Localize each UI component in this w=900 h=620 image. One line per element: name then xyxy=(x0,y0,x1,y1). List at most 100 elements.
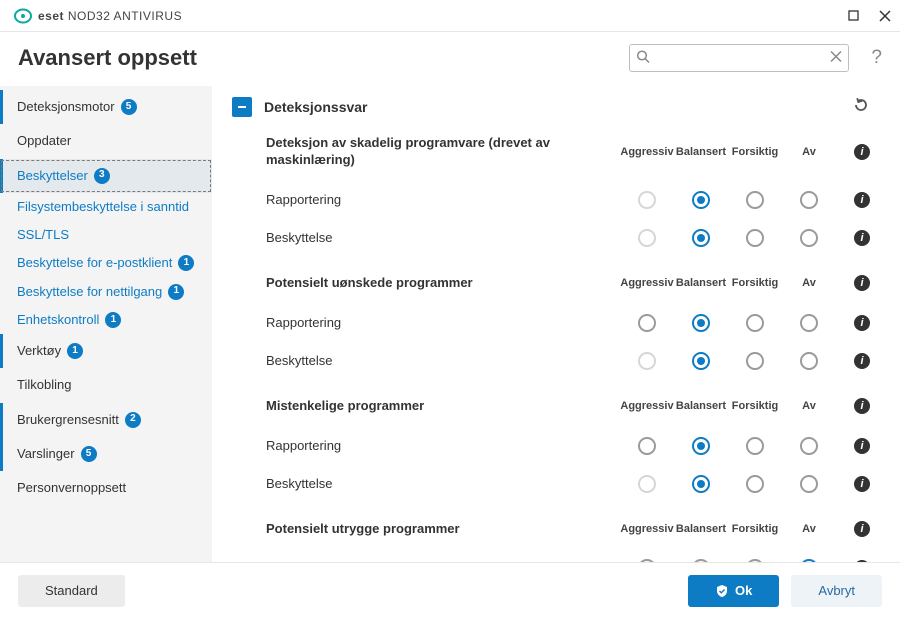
content-scroll[interactable]: Deteksjonssvar Deteksjon av skadelig pro… xyxy=(212,86,900,562)
sidebar-item-0[interactable]: Deteksjonsmotor5 xyxy=(0,90,212,124)
info-icon[interactable]: i xyxy=(854,398,870,414)
content-area: Deteksjonssvar Deteksjon av skadelig pro… xyxy=(212,86,900,562)
radio-cell xyxy=(782,475,836,493)
radio-group xyxy=(620,437,836,455)
radio-balansert[interactable] xyxy=(692,352,710,370)
column-headers: AggressivBalansertForsiktigAv xyxy=(620,277,836,289)
titlebar: eset NOD32 ANTIVIRUS xyxy=(0,0,900,32)
column-header: Balansert xyxy=(674,400,728,412)
sidebar-item-7[interactable]: Enhetskontroll1 xyxy=(0,306,212,334)
column-headers: AggressivBalansertForsiktigAv xyxy=(620,400,836,412)
badge: 1 xyxy=(178,255,194,271)
sidebar-item-8[interactable]: Verktøy1 xyxy=(0,334,212,368)
radio-av[interactable] xyxy=(800,352,818,370)
radio-aggressiv[interactable] xyxy=(638,559,656,562)
setting-row: Beskyttelsei xyxy=(266,465,870,503)
help-icon[interactable]: ? xyxy=(871,47,882,69)
radio-balansert[interactable] xyxy=(692,191,710,209)
sidebar-item-label: Beskyttelser xyxy=(17,168,88,184)
info-icon[interactable]: i xyxy=(854,560,870,562)
sidebar-item-9[interactable]: Tilkobling xyxy=(0,368,212,402)
ok-button[interactable]: Ok xyxy=(688,575,779,607)
column-headers: AggressivBalansertForsiktigAv xyxy=(620,523,836,535)
window-close-icon[interactable] xyxy=(878,9,892,23)
radio-cell xyxy=(782,229,836,247)
info-icon[interactable]: i xyxy=(854,275,870,291)
radio-av[interactable] xyxy=(800,191,818,209)
cancel-button[interactable]: Avbryt xyxy=(791,575,882,607)
section-header: Deteksjonssvar xyxy=(232,96,870,117)
radio-aggressiv[interactable] xyxy=(638,314,656,332)
radio-balansert[interactable] xyxy=(692,475,710,493)
clear-search-icon[interactable] xyxy=(830,51,842,66)
radio-av[interactable] xyxy=(800,314,818,332)
window-maximize-icon[interactable] xyxy=(846,9,860,23)
radio-av[interactable] xyxy=(800,475,818,493)
sidebar-item-label: Beskyttelse for nettilgang xyxy=(17,284,162,300)
block-title: Deteksjon av skadelig programvare (dreve… xyxy=(266,135,586,169)
settings-block-2: Mistenkelige programmerAggressivBalanser… xyxy=(266,398,870,503)
sidebar-item-label: Personvernoppsett xyxy=(17,480,126,496)
radio-forsiktig[interactable] xyxy=(746,475,764,493)
radio-cell xyxy=(674,314,728,332)
sidebar-item-10[interactable]: Brukergrensesnitt2 xyxy=(0,403,212,437)
info-icon[interactable]: i xyxy=(854,476,870,492)
radio-av[interactable] xyxy=(800,229,818,247)
radio-balansert[interactable] xyxy=(692,229,710,247)
radio-av[interactable] xyxy=(800,437,818,455)
info-icon[interactable]: i xyxy=(854,438,870,454)
sidebar-item-label: Deteksjonsmotor xyxy=(17,99,115,115)
radio-aggressiv xyxy=(638,352,656,370)
info-icon[interactable]: i xyxy=(854,521,870,537)
sidebar-item-5[interactable]: Beskyttelse for e-postklient1 xyxy=(0,249,212,277)
setting-row: Rapporteringi xyxy=(266,549,870,562)
radio-cell xyxy=(728,191,782,209)
radio-balansert[interactable] xyxy=(692,314,710,332)
radio-forsiktig[interactable] xyxy=(746,437,764,455)
badge: 1 xyxy=(105,312,121,328)
sidebar-item-11[interactable]: Varslinger5 xyxy=(0,437,212,471)
reset-icon[interactable] xyxy=(852,96,870,117)
collapse-icon[interactable] xyxy=(232,97,252,117)
info-icon[interactable]: i xyxy=(854,353,870,369)
default-button[interactable]: Standard xyxy=(18,575,125,607)
radio-cell xyxy=(674,559,728,562)
radio-forsiktig[interactable] xyxy=(746,559,764,562)
column-header: Aggressiv xyxy=(620,523,674,535)
radio-cell xyxy=(620,352,674,370)
page-title: Avansert oppsett xyxy=(18,45,197,71)
sidebar-item-4[interactable]: SSL/TLS xyxy=(0,221,212,249)
sidebar-item-3[interactable]: Filsystembeskyttelse i sanntid xyxy=(0,193,212,221)
radio-group xyxy=(620,314,836,332)
radio-cell xyxy=(728,475,782,493)
info-icon[interactable]: i xyxy=(854,192,870,208)
radio-aggressiv[interactable] xyxy=(638,437,656,455)
block-title: Potensielt uønskede programmer xyxy=(266,275,473,292)
info-icon[interactable]: i xyxy=(854,230,870,246)
radio-forsiktig[interactable] xyxy=(746,229,764,247)
sidebar-item-12[interactable]: Personvernoppsett xyxy=(0,471,212,505)
sidebar-item-2[interactable]: Beskyttelser3 xyxy=(0,159,212,193)
info-icon[interactable]: i xyxy=(854,144,870,160)
sidebar-item-6[interactable]: Beskyttelse for nettilgang1 xyxy=(0,278,212,306)
radio-forsiktig[interactable] xyxy=(746,352,764,370)
sidebar-item-1[interactable]: Oppdater xyxy=(0,124,212,158)
radio-cell xyxy=(620,229,674,247)
column-header: Forsiktig xyxy=(728,277,782,289)
setting-row: Rapporteringi xyxy=(266,304,870,342)
radio-forsiktig[interactable] xyxy=(746,314,764,332)
radio-cell xyxy=(782,437,836,455)
radio-forsiktig[interactable] xyxy=(746,191,764,209)
column-header: Av xyxy=(782,146,836,158)
header: Avansert oppsett ? xyxy=(0,32,900,86)
sidebar-item-label: Brukergrensesnitt xyxy=(17,412,119,428)
block-title: Potensielt utrygge programmer xyxy=(266,521,460,538)
radio-av[interactable] xyxy=(800,559,818,562)
column-header: Balansert xyxy=(674,523,728,535)
radio-balansert[interactable] xyxy=(692,559,710,562)
row-label: Beskyttelse xyxy=(266,230,332,245)
info-icon[interactable]: i xyxy=(854,315,870,331)
search-input[interactable] xyxy=(629,44,849,72)
radio-balansert[interactable] xyxy=(692,437,710,455)
radio-cell xyxy=(782,559,836,562)
